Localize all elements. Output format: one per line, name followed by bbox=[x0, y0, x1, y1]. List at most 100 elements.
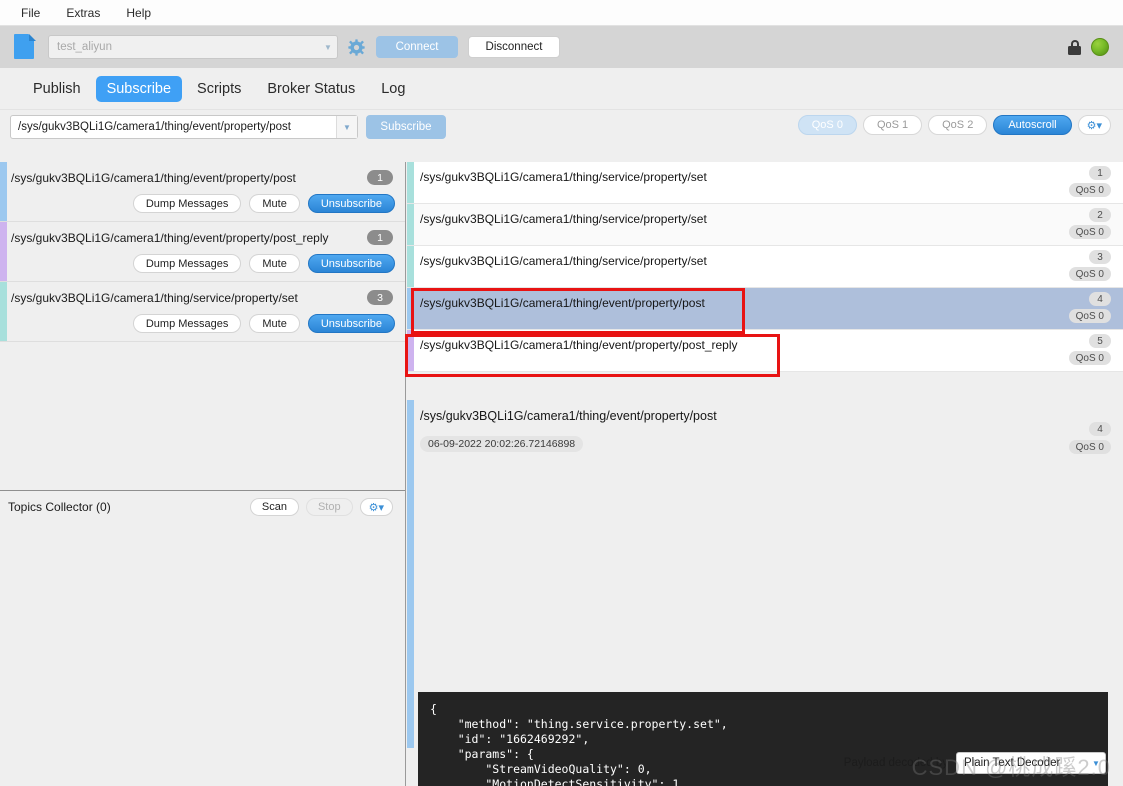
message-qos: QoS 0 bbox=[1068, 267, 1111, 281]
mqtt-client-window: File Extras Help test_aliyun ▼ Connect D… bbox=[0, 0, 1123, 786]
payload-decoder-select[interactable]: Plain Text Decoder ▼ bbox=[956, 752, 1106, 774]
connection-profile-value: test_aliyun bbox=[57, 41, 112, 53]
message-color-bar bbox=[407, 246, 414, 287]
unsubscribe-button[interactable]: Unsubscribe bbox=[307, 194, 395, 213]
disconnect-button[interactable]: Disconnect bbox=[468, 36, 560, 58]
subscription-actions: Dump Messages Mute Unsubscribe bbox=[132, 194, 395, 213]
lock-icon bbox=[1068, 39, 1081, 55]
message-qos: QoS 0 bbox=[1068, 309, 1111, 323]
message-topic: /sys/gukv3BQLi1G/camera1/thing/service/p… bbox=[420, 170, 707, 184]
subscription-color-bar bbox=[0, 222, 7, 281]
subscription-message-count: 1 bbox=[367, 170, 393, 185]
subscribe-toolbar: /sys/gukv3BQLi1G/camera1/thing/event/pro… bbox=[0, 110, 1123, 146]
message-qos: QoS 0 bbox=[1068, 351, 1111, 365]
subscription-topic: /sys/gukv3BQLi1G/camera1/thing/event/pro… bbox=[11, 171, 296, 185]
dump-messages-button[interactable]: Dump Messages bbox=[132, 194, 242, 213]
tab-broker-status[interactable]: Broker Status bbox=[256, 76, 366, 102]
message-qos: QoS 0 bbox=[1068, 183, 1111, 197]
connection-profile-select[interactable]: test_aliyun ▼ bbox=[48, 35, 338, 59]
message-row[interactable]: /sys/gukv3BQLi1G/camera1/thing/service/p… bbox=[407, 246, 1123, 288]
subscribe-button[interactable]: Subscribe bbox=[366, 115, 446, 139]
subscribe-topic-value: /sys/gukv3BQLi1G/camera1/thing/event/pro… bbox=[18, 121, 291, 133]
message-row[interactable]: /sys/gukv3BQLi1G/camera1/thing/service/p… bbox=[407, 204, 1123, 246]
topics-collector-actions: Scan Stop ⚙▾ bbox=[249, 498, 393, 516]
message-row[interactable]: /sys/gukv3BQLi1G/camera1/thing/service/p… bbox=[407, 162, 1123, 204]
dump-messages-button[interactable]: Dump Messages bbox=[132, 314, 242, 333]
tab-subscribe[interactable]: Subscribe bbox=[95, 75, 183, 102]
dump-messages-button[interactable]: Dump Messages bbox=[132, 254, 242, 273]
subscription-color-bar bbox=[0, 162, 7, 221]
message-color-bar bbox=[407, 204, 414, 245]
mute-button[interactable]: Mute bbox=[249, 314, 300, 333]
topics-collector-options-icon[interactable]: ⚙▾ bbox=[359, 498, 393, 516]
unsubscribe-button[interactable]: Unsubscribe bbox=[307, 254, 395, 273]
subscription-item[interactable]: /sys/gukv3BQLi1G/camera1/thing/service/p… bbox=[0, 282, 405, 342]
tab-scripts[interactable]: Scripts bbox=[186, 76, 252, 102]
subscription-topic: /sys/gukv3BQLi1G/camera1/thing/service/p… bbox=[11, 291, 298, 305]
subscription-item[interactable]: /sys/gukv3BQLi1G/camera1/thing/event/pro… bbox=[0, 162, 405, 222]
message-index: 3 bbox=[1089, 250, 1111, 264]
tab-publish[interactable]: Publish bbox=[22, 76, 92, 102]
subscription-actions: Dump Messages Mute Unsubscribe bbox=[132, 254, 395, 273]
message-topic: /sys/gukv3BQLi1G/camera1/thing/service/p… bbox=[420, 212, 707, 226]
payload-decoder-value: Plain Text Decoder bbox=[964, 757, 1061, 769]
message-row[interactable]: /sys/gukv3BQLi1G/camera1/thing/event/pro… bbox=[407, 330, 1123, 372]
menu-item-file[interactable]: File bbox=[10, 3, 51, 23]
detail-topic: /sys/gukv3BQLi1G/camera1/thing/event/pro… bbox=[420, 409, 717, 423]
message-list: /sys/gukv3BQLi1G/camera1/thing/service/p… bbox=[407, 162, 1123, 400]
qos-2-button[interactable]: QoS 2 bbox=[928, 115, 988, 135]
menu-item-help[interactable]: Help bbox=[115, 3, 162, 23]
scan-button[interactable]: Scan bbox=[249, 498, 299, 516]
subscribe-options-icon[interactable]: ⚙▾ bbox=[1077, 115, 1111, 135]
stop-button[interactable]: Stop bbox=[305, 498, 353, 516]
autoscroll-toggle[interactable]: Autoscroll bbox=[993, 115, 1072, 135]
chevron-down-icon[interactable]: ▼ bbox=[336, 116, 357, 138]
chevron-down-icon[interactable]: ▼ bbox=[1087, 759, 1105, 768]
message-color-bar bbox=[407, 288, 414, 329]
topics-collector-header: Topics Collector (0) Scan Stop ⚙▾ bbox=[0, 491, 405, 523]
message-index: 4 bbox=[1089, 292, 1111, 306]
subscribe-topic-input[interactable]: /sys/gukv3BQLi1G/camera1/thing/event/pro… bbox=[10, 115, 358, 139]
subscription-item[interactable]: /sys/gukv3BQLi1G/camera1/thing/event/pro… bbox=[0, 222, 405, 282]
qos-0-button[interactable]: QoS 0 bbox=[797, 115, 857, 135]
message-qos: QoS 0 bbox=[1068, 225, 1111, 239]
chevron-down-icon: ▼ bbox=[324, 42, 332, 52]
connect-button[interactable]: Connect bbox=[376, 36, 458, 58]
subscription-message-count: 3 bbox=[367, 290, 393, 305]
connection-status-group bbox=[1068, 38, 1109, 56]
subscription-list: /sys/gukv3BQLi1G/camera1/thing/event/pro… bbox=[0, 162, 405, 342]
mute-button[interactable]: Mute bbox=[249, 194, 300, 213]
qos-1-button[interactable]: QoS 1 bbox=[862, 115, 923, 135]
detail-qos: QoS 0 bbox=[1068, 440, 1111, 454]
subscription-topic: /sys/gukv3BQLi1G/camera1/thing/event/pro… bbox=[11, 231, 329, 245]
mute-button[interactable]: Mute bbox=[249, 254, 300, 273]
messages-panel: /sys/gukv3BQLi1G/camera1/thing/service/p… bbox=[407, 162, 1123, 786]
message-index: 1 bbox=[1089, 166, 1111, 180]
message-topic: /sys/gukv3BQLi1G/camera1/thing/service/p… bbox=[420, 254, 707, 268]
payload-decoder-label: Payload decoded by bbox=[843, 757, 948, 769]
message-color-bar bbox=[407, 330, 414, 371]
message-index: 2 bbox=[1089, 208, 1111, 222]
detail-timestamp: 06-09-2022 20:02:26.72146898 bbox=[420, 436, 584, 452]
message-color-bar bbox=[407, 162, 414, 203]
message-row-selected[interactable]: /sys/gukv3BQLi1G/camera1/thing/event/pro… bbox=[407, 288, 1123, 330]
detail-index: 4 bbox=[1089, 422, 1111, 436]
qos-toolbar: QoS 0 QoS 1 QoS 2 Autoscroll ⚙▾ bbox=[797, 115, 1111, 135]
unsubscribe-button[interactable]: Unsubscribe bbox=[307, 314, 395, 333]
connection-status-led bbox=[1091, 38, 1109, 56]
tab-bar: Publish Subscribe Scripts Broker Status … bbox=[0, 68, 1123, 110]
message-index: 5 bbox=[1089, 334, 1111, 348]
tab-log[interactable]: Log bbox=[370, 76, 416, 102]
menu-item-extras[interactable]: Extras bbox=[55, 3, 111, 23]
subscription-message-count: 1 bbox=[367, 230, 393, 245]
connection-settings-button[interactable] bbox=[346, 37, 366, 57]
subscription-color-bar bbox=[0, 282, 7, 341]
message-topic: /sys/gukv3BQLi1G/camera1/thing/event/pro… bbox=[420, 296, 705, 310]
connection-bar: test_aliyun ▼ Connect Disconnect bbox=[0, 26, 1123, 68]
message-detail-panel: /sys/gukv3BQLi1G/camera1/thing/event/pro… bbox=[407, 400, 1123, 786]
topics-collector-title: Topics Collector (0) bbox=[8, 500, 111, 514]
menu-bar: File Extras Help bbox=[0, 0, 1123, 26]
subscriptions-panel: /sys/gukv3BQLi1G/camera1/thing/event/pro… bbox=[0, 162, 406, 786]
detail-color-bar bbox=[407, 400, 414, 748]
topics-collector-panel: Topics Collector (0) Scan Stop ⚙▾ bbox=[0, 490, 405, 786]
